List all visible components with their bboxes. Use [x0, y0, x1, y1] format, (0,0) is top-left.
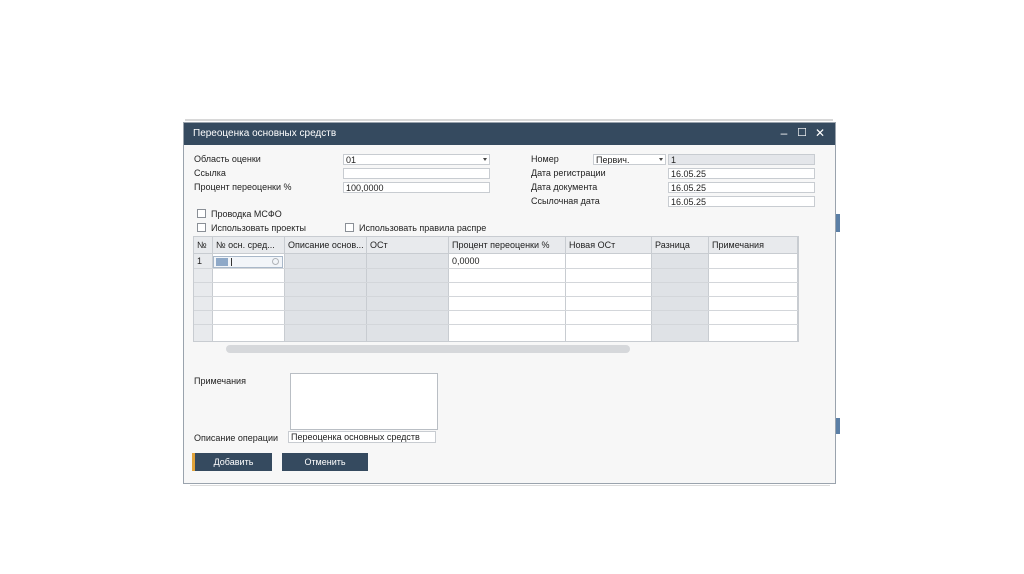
op-desc-label: Описание операции	[194, 433, 279, 443]
reg-date-input[interactable]: 16.05.25	[668, 168, 815, 179]
percent-input[interactable]: 100,0000	[343, 182, 490, 193]
grid-header-remarks[interactable]: Примечания	[709, 237, 798, 254]
grid-header-asset-no[interactable]: № осн. сред...	[213, 237, 285, 254]
background-marker	[836, 418, 840, 434]
area-label: Область оценки	[194, 154, 261, 164]
doc-date-input[interactable]: 16.05.25	[668, 182, 815, 193]
grid-row-line	[194, 268, 798, 269]
grid-header-percent[interactable]: Процент переоценки %	[449, 237, 566, 254]
ref-date-input[interactable]: 16.05.25	[668, 196, 815, 207]
background-line	[185, 119, 833, 121]
msfo-label: Проводка МСФО	[211, 209, 282, 219]
window-titlebar: Переоценка основных средств – ☐ ✕	[184, 123, 835, 145]
chevron-down-icon	[659, 158, 663, 161]
msfo-checkbox[interactable]	[197, 209, 206, 218]
expand-grid-icon[interactable]: ↗	[798, 236, 799, 245]
maximize-icon[interactable]: ☐	[795, 126, 809, 140]
reg-date-label: Дата регистрации	[531, 168, 606, 178]
grid-row-line	[194, 296, 798, 297]
chevron-down-icon	[483, 158, 487, 161]
grid-header-description[interactable]: Описание основ...	[285, 237, 367, 254]
text-cursor	[231, 258, 232, 266]
add-button[interactable]: Добавить	[192, 453, 272, 471]
minimize-icon[interactable]: –	[777, 126, 791, 140]
grid-header-new-nbv[interactable]: Новая ОСт	[566, 237, 652, 254]
window-title: Переоценка основных средств	[193, 128, 337, 139]
percent-label: Процент переоценки %	[194, 182, 292, 192]
grid-row-line	[194, 310, 798, 311]
ref-date-label: Ссылочная дата	[531, 196, 600, 206]
area-value: 01	[346, 155, 357, 165]
choose-from-list-icon[interactable]	[272, 258, 279, 265]
background-marker	[836, 214, 840, 232]
ref-input[interactable]	[343, 168, 490, 179]
dist-rules-label: Использовать правила распре	[359, 223, 487, 233]
op-desc-input[interactable]: Переоценка основных средств	[288, 431, 436, 443]
dist-rules-checkbox[interactable]	[345, 223, 354, 232]
remarks-label: Примечания	[194, 376, 246, 386]
number-field: 1	[668, 154, 815, 165]
number-series-value: Первич.	[596, 155, 630, 165]
close-icon[interactable]: ✕	[813, 126, 827, 140]
assets-grid: № № осн. сред... Описание основ... ОСт П…	[193, 236, 799, 342]
grid-header-num[interactable]: №	[194, 237, 213, 254]
cell-selection-marker	[216, 258, 228, 266]
revaluation-window: Переоценка основных средств – ☐ ✕ Област…	[183, 122, 836, 484]
row-percent[interactable]: 0,0000	[452, 255, 480, 268]
number-label: Номер	[531, 154, 559, 164]
grid-header-difference[interactable]: Разница	[652, 237, 709, 254]
projects-label: Использовать проекты	[211, 223, 306, 233]
doc-date-label: Дата документа	[531, 182, 598, 192]
row-number: 1	[197, 256, 203, 266]
projects-checkbox[interactable]	[197, 223, 206, 232]
grid-row-line	[194, 324, 798, 325]
ref-label: Ссылка	[194, 168, 226, 178]
cancel-button[interactable]: Отменить	[282, 453, 368, 471]
background-line	[190, 485, 830, 486]
area-select[interactable]: 01	[343, 154, 490, 165]
remarks-textarea[interactable]	[290, 373, 438, 430]
number-series-select[interactable]: Первич.	[593, 154, 666, 165]
active-asset-cell[interactable]	[213, 256, 283, 268]
grid-horizontal-scrollbar[interactable]	[226, 345, 630, 353]
grid-row-line	[194, 282, 798, 283]
grid-header-nbv[interactable]: ОСт	[367, 237, 449, 254]
